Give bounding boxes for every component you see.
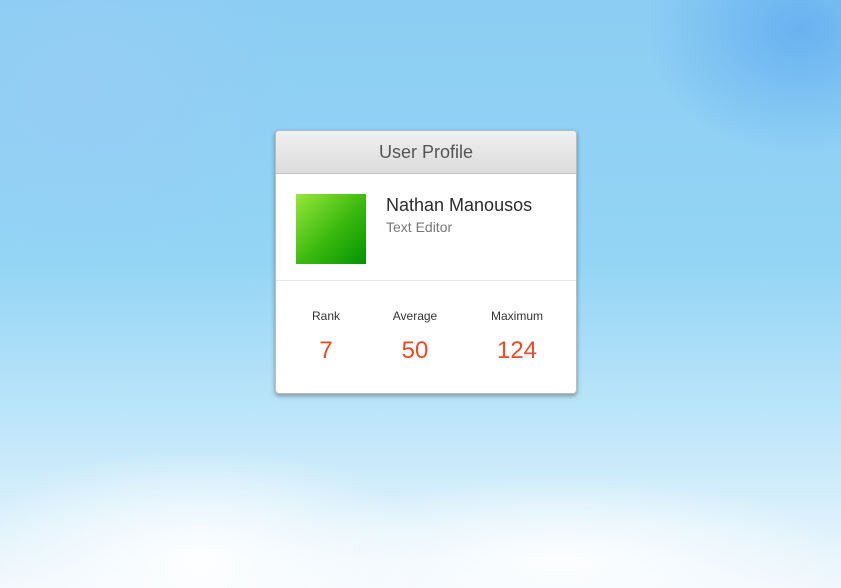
avatar bbox=[296, 194, 366, 264]
stat-label: Maximum bbox=[490, 309, 543, 323]
stat-value: 50 bbox=[401, 337, 429, 364]
stat-average: Average 50 bbox=[370, 309, 460, 365]
stat-value: 7 bbox=[319, 337, 333, 364]
stat-value: 124 bbox=[496, 337, 538, 364]
user-role: Text Editor bbox=[386, 219, 453, 235]
profile-section: Nathan Manousos Text Editor bbox=[276, 174, 576, 281]
stat-label: Rank bbox=[311, 309, 340, 323]
card-title: User Profile bbox=[276, 131, 576, 174]
stat-rank: Rank 7 bbox=[281, 309, 371, 365]
stats-section: Rank 7 Average 50 Maximum 124 bbox=[276, 281, 576, 393]
stat-maximum: Maximum 124 bbox=[472, 309, 562, 365]
user-profile-card: User Profile Nathan Manousos Text Editor… bbox=[275, 130, 577, 394]
user-name: Nathan Manousos bbox=[386, 195, 533, 215]
stat-label: Average bbox=[392, 309, 438, 323]
